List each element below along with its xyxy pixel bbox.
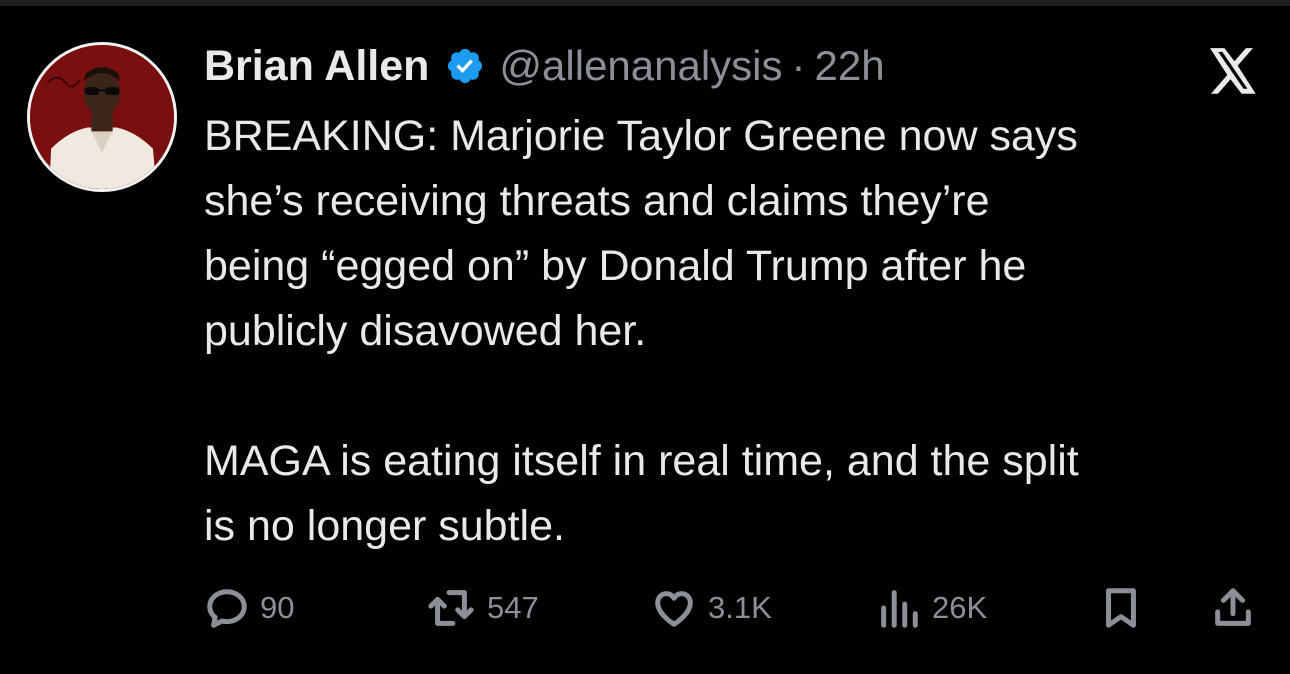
views-button[interactable]: 26K bbox=[876, 582, 987, 634]
header-separator: · bbox=[791, 42, 806, 89]
reply-count: 90 bbox=[260, 590, 295, 625]
reply-button[interactable]: 90 bbox=[204, 582, 294, 634]
repost-icon bbox=[428, 590, 474, 626]
reply-icon bbox=[207, 589, 247, 628]
tweet-header: Brian Allen @allenanalysis · 22h bbox=[204, 38, 885, 94]
tweet-text: BREAKING: Marjorie Taylor Greene now say… bbox=[204, 104, 1264, 559]
tweet-line: MAGA is eating itself in real time, and … bbox=[204, 437, 1079, 485]
views-icon bbox=[881, 590, 918, 628]
share-icon bbox=[1215, 588, 1251, 626]
author-handle[interactable]: @allenanalysis bbox=[499, 42, 782, 90]
like-button[interactable]: 3.1K bbox=[650, 582, 772, 634]
avatar-photo bbox=[30, 45, 174, 189]
like-count: 3.1K bbox=[708, 590, 772, 625]
tweet-line: publicly disavowed her. bbox=[204, 307, 647, 355]
verified-badge-icon bbox=[448, 48, 483, 84]
x-logo-icon bbox=[1210, 48, 1256, 94]
repost-button[interactable]: 547 bbox=[425, 582, 539, 634]
tweet-line: is no longer subtle. bbox=[204, 502, 565, 550]
avatar[interactable] bbox=[27, 42, 177, 192]
tweet-line: BREAKING: Marjorie Taylor Greene now say… bbox=[204, 112, 1078, 160]
bookmark-icon bbox=[1106, 588, 1136, 628]
author-name[interactable]: Brian Allen bbox=[204, 42, 429, 91]
tweet-line: she’s receiving threats and claims they’… bbox=[204, 177, 990, 225]
heart-icon bbox=[655, 591, 693, 627]
view-count: 26K bbox=[932, 590, 988, 625]
timestamp[interactable]: 22h bbox=[815, 42, 885, 90]
share-button[interactable] bbox=[1210, 582, 1256, 634]
repost-count: 547 bbox=[487, 590, 539, 625]
top-divider bbox=[0, 0, 1290, 6]
action-bar: 90 547 3.1K 26K bbox=[0, 582, 1290, 634]
bookmark-button[interactable] bbox=[1098, 582, 1144, 634]
tweet-line: being “egged on” by Donald Trump after h… bbox=[204, 242, 1027, 290]
